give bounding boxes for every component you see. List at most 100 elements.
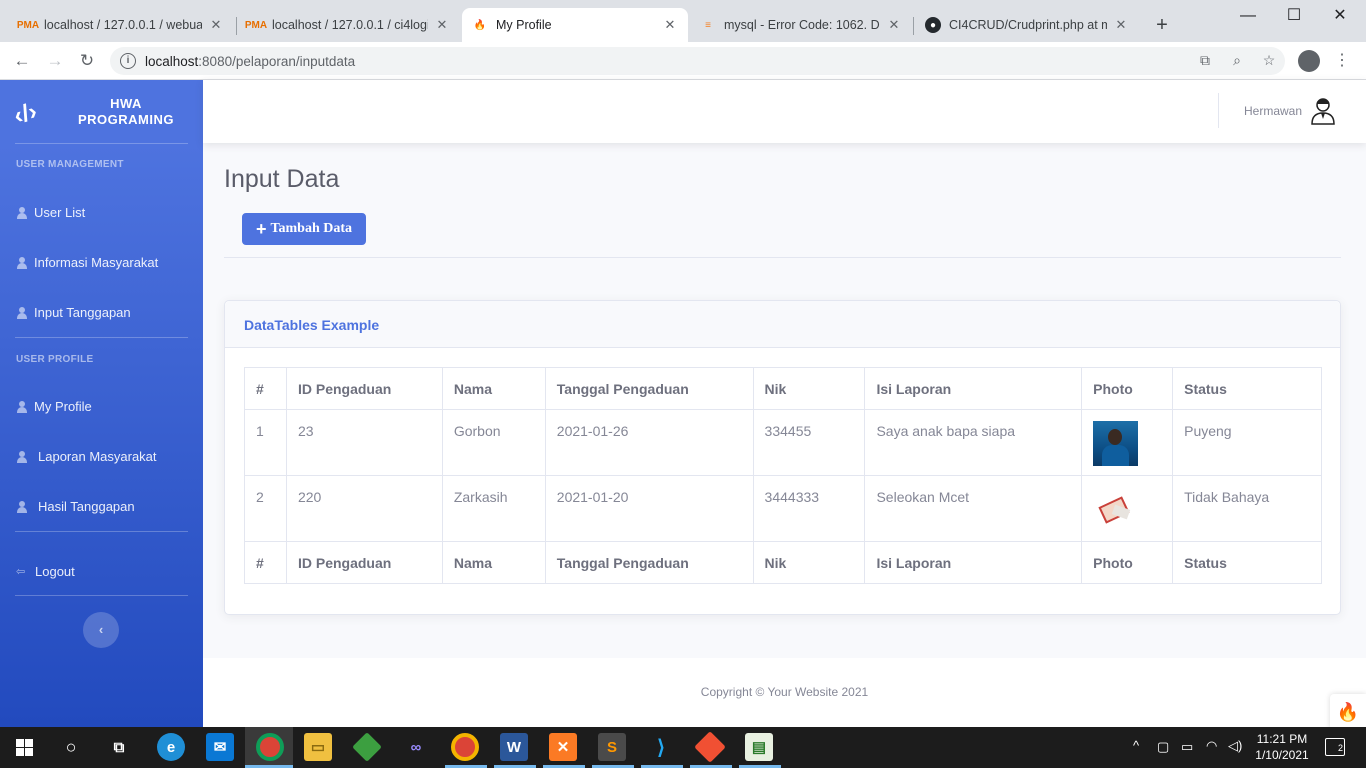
cell-id-pengaduan: 220	[285, 475, 443, 542]
spreadsheet-app-icon[interactable]: ▤	[745, 733, 773, 761]
back-button[interactable]: ←	[10, 49, 34, 73]
cell-photo	[1081, 475, 1174, 542]
user-icon	[16, 206, 28, 219]
site-info-icon[interactable]: i	[120, 53, 136, 69]
maximize-window-button[interactable]: ☐	[1271, 4, 1317, 28]
card-header: DataTables Example	[225, 301, 1340, 348]
column-header-nama[interactable]: Nama	[441, 367, 546, 410]
column-header-nik[interactable]: Nik	[752, 367, 866, 410]
vscode-icon[interactable]: ⟩	[647, 733, 675, 761]
minimize-window-button[interactable]: —	[1225, 4, 1271, 28]
cell-isi-laporan: Seleokan Mcet	[864, 475, 1083, 542]
volume-icon[interactable]: ◁)	[1228, 738, 1242, 754]
bookmark-star-icon[interactable]: ☆	[1260, 52, 1278, 69]
action-center-icon[interactable]: 2	[1325, 738, 1345, 756]
search-icon[interactable]: ○	[57, 733, 85, 761]
git-icon[interactable]	[694, 731, 726, 763]
system-clock[interactable]: 11:21 PM 1/10/2021	[1250, 731, 1314, 763]
edge-icon[interactable]: e	[157, 733, 185, 761]
task-view-icon[interactable]: ⧉	[105, 733, 133, 761]
sidebar-item-hasil-tanggapan[interactable]: Hasil Tanggapan	[16, 499, 135, 514]
meet-now-icon[interactable]: ▢	[1157, 739, 1169, 755]
topbar-divider	[1218, 93, 1219, 128]
sidebar-item-input-tanggapan[interactable]: Input Tanggapan	[16, 305, 131, 320]
close-tab-icon[interactable]: ✕	[208, 17, 224, 33]
table-footer-row: # ID Pengaduan Nama Tanggal Pengaduan Ni…	[244, 541, 1322, 584]
browser-toolbar: ← → ↻ i localhost:8080/pelaporan/inputda…	[0, 42, 1366, 80]
sidebar-item-user-list[interactable]: User List	[16, 205, 85, 220]
codeigniter-debug-toolbar-icon[interactable]: 🔥	[1330, 694, 1366, 730]
cell-photo	[1081, 409, 1174, 476]
content-divider	[224, 257, 1341, 258]
tray-overflow-chevron-icon[interactable]: ^	[1133, 738, 1139, 753]
xampp-icon[interactable]: ✕	[549, 733, 577, 761]
sidebar: ‹/› HWA PROGRAMING USER MANAGEMENT User …	[0, 80, 203, 727]
column-footer-nik: Nik	[752, 541, 866, 584]
cell-no: 2	[244, 475, 287, 542]
sidebar-brand[interactable]: ‹/› HWA PROGRAMING	[0, 80, 203, 144]
mail-icon[interactable]: ✉	[206, 733, 234, 761]
close-tab-icon[interactable]: ✕	[1113, 17, 1129, 33]
browser-profile-icon[interactable]	[1298, 50, 1320, 72]
cell-nik: 3444333	[752, 475, 866, 542]
report-photo-thumbnail	[1093, 421, 1139, 466]
cell-nama: Zarkasih	[441, 475, 546, 542]
close-tab-icon[interactable]: ✕	[886, 17, 902, 33]
new-tab-button[interactable]: +	[1150, 14, 1174, 36]
sublime-text-icon[interactable]: S	[598, 733, 626, 761]
chrome-icon[interactable]	[256, 733, 284, 761]
browser-menu-icon[interactable]: ⋮	[1334, 50, 1350, 70]
column-header-tanggal-pengaduan[interactable]: Tanggal Pengaduan	[544, 367, 754, 410]
zoom-icon[interactable]: ⌕	[1228, 52, 1246, 69]
sidebar-item-laporan-masyarakat[interactable]: Laporan Masyarakat	[16, 449, 157, 464]
address-bar[interactable]: i localhost:8080/pelaporan/inputdata	[110, 47, 1285, 75]
browser-tab-phpmyadmin-ci4login[interactable]: PMA localhost / 127.0.0.1 / ci4login ✕	[238, 8, 460, 42]
word-icon[interactable]: W	[500, 733, 528, 761]
user-edit-icon	[16, 500, 28, 513]
app-infinity-icon[interactable]: ∞	[402, 733, 430, 761]
sidebar-heading-user-profile: USER PROFILE	[16, 354, 94, 365]
column-header-id-pengaduan[interactable]: ID Pengaduan	[285, 367, 443, 410]
notification-count: 2	[1337, 743, 1343, 753]
column-footer-status: Status	[1172, 541, 1322, 584]
sidebar-item-informasi-masyarakat[interactable]: Informasi Masyarakat	[16, 255, 158, 270]
github-icon: ●	[925, 17, 941, 33]
sidebar-divider	[15, 595, 188, 596]
sidebar-toggle-button[interactable]: ‹	[83, 612, 119, 648]
table-header-row: # ID Pengaduan Nama Tanggal Pengaduan Ni…	[244, 367, 1322, 410]
stackoverflow-icon: ≡	[705, 19, 711, 31]
tambah-data-button[interactable]: + Tambah Data	[242, 213, 366, 245]
cell-nik: 334455	[752, 409, 866, 476]
file-explorer-icon[interactable]: ▭	[304, 733, 332, 761]
browser-tab-bar: PMA localhost / 127.0.0.1 / webuasp ✕ PM…	[0, 0, 1366, 42]
cell-status: Tidak Bahaya	[1172, 475, 1322, 542]
close-tab-icon[interactable]: ✕	[434, 17, 450, 33]
battery-icon[interactable]: ▭	[1181, 739, 1193, 755]
wifi-icon[interactable]: ◠	[1206, 738, 1217, 754]
forward-button[interactable]: →	[43, 49, 67, 73]
close-window-button[interactable]: ✕	[1317, 4, 1363, 28]
user-avatar-icon[interactable]	[1308, 95, 1338, 125]
nodejs-icon[interactable]	[352, 732, 382, 762]
reload-button[interactable]: ↻	[75, 49, 99, 73]
column-header-no[interactable]: #	[244, 367, 287, 410]
browser-tab-my-profile[interactable]: 🔥 My Profile ✕	[462, 8, 688, 42]
browser-tab-stackoverflow[interactable]: ≡ mysql - Error Code: 1062. Dupl ✕	[690, 8, 912, 42]
close-tab-icon[interactable]: ✕	[662, 17, 678, 33]
sidebar-item-my-profile[interactable]: My Profile	[16, 399, 92, 414]
column-header-status[interactable]: Status	[1172, 367, 1322, 410]
column-header-photo[interactable]: Photo	[1081, 367, 1174, 410]
chrome-canary-icon[interactable]	[451, 733, 479, 761]
translate-icon[interactable]: ⧉	[1196, 52, 1214, 69]
browser-tab-phpmyadmin-webuasp[interactable]: PMA localhost / 127.0.0.1 / webuasp ✕	[10, 8, 234, 42]
topbar-username[interactable]: Hermawan	[1244, 104, 1302, 118]
windows-start-icon[interactable]	[10, 733, 38, 761]
cell-no: 1	[244, 409, 287, 476]
sidebar-item-logout[interactable]: ⇦ Logout	[16, 564, 75, 579]
sidebar-heading-user-management: USER MANAGEMENT	[16, 159, 124, 170]
cell-status: Puyeng	[1172, 409, 1322, 476]
column-header-isi-laporan[interactable]: Isi Laporan	[864, 367, 1083, 410]
column-footer-nama: Nama	[441, 541, 546, 584]
browser-tab-github[interactable]: ● CI4CRUD/Crudprint.php at ma ✕	[915, 8, 1139, 42]
topbar: Hermawan	[203, 80, 1366, 143]
